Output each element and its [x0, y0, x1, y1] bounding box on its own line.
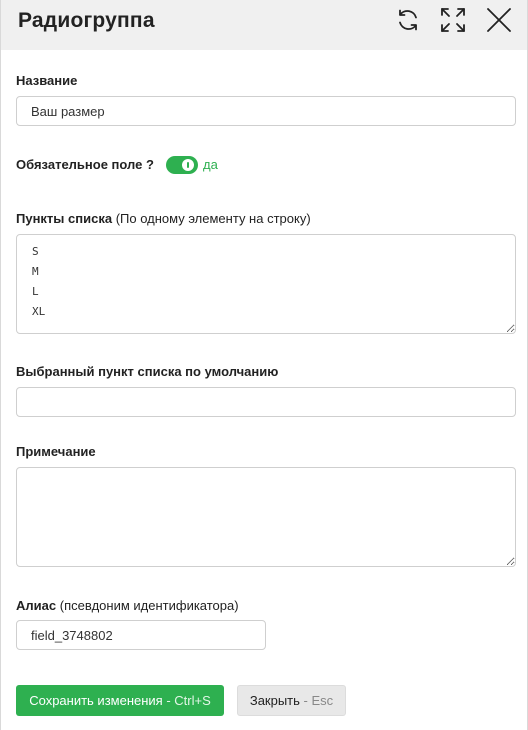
alias-input[interactable]	[16, 620, 266, 650]
default-item-input[interactable]	[16, 387, 516, 417]
alias-label-text: Алиас	[16, 598, 57, 613]
toggle-knob	[182, 159, 194, 171]
items-label: Пункты списка (По одному элементу на стр…	[16, 211, 311, 226]
required-label: Обязательное поле ?	[16, 157, 154, 172]
expand-button[interactable]	[437, 4, 469, 36]
required-toggle[interactable]	[166, 156, 198, 174]
alias-label: Алиас (псевдоним идентификатора)	[16, 598, 239, 613]
close-dialog-button[interactable]: Закрыть - Esc	[237, 685, 346, 716]
close-icon	[487, 8, 511, 32]
items-textarea[interactable]: S M L XL	[16, 234, 516, 334]
save-button-label: Сохранить изменения	[29, 693, 163, 708]
close-shortcut-sep: -	[299, 693, 312, 708]
note-label: Примечание	[16, 444, 96, 459]
items-label-hint: (По одному элементу на строку)	[115, 211, 311, 226]
close-button-label: Закрыть	[249, 693, 300, 708]
default-item-label: Выбранный пункт списка по умолчанию	[16, 364, 279, 379]
save-shortcut: Ctrl+S	[174, 693, 211, 708]
name-input[interactable]	[16, 96, 516, 126]
dialog-title: Радиогруппа	[18, 9, 155, 32]
save-shortcut-sep: -	[162, 693, 175, 708]
expand-icon	[441, 8, 465, 32]
items-label-text: Пункты списка	[16, 211, 113, 226]
alias-label-hint: (псевдоним идентификатора)	[59, 598, 239, 613]
close-shortcut: Esc	[311, 693, 334, 708]
radiogroup-dialog: Радиогруппа Название Ваш размер Обязател…	[0, 0, 528, 730]
note-textarea[interactable]	[16, 467, 516, 567]
close-button[interactable]	[483, 4, 515, 36]
save-button[interactable]: Сохранить изменения - Ctrl+S	[16, 685, 224, 716]
refresh-button[interactable]	[392, 4, 424, 36]
refresh-icon	[399, 9, 417, 31]
name-label: Название	[16, 73, 78, 88]
required-state-label: да	[203, 157, 218, 172]
dialog-header: Радиогруппа	[1, 0, 527, 50]
